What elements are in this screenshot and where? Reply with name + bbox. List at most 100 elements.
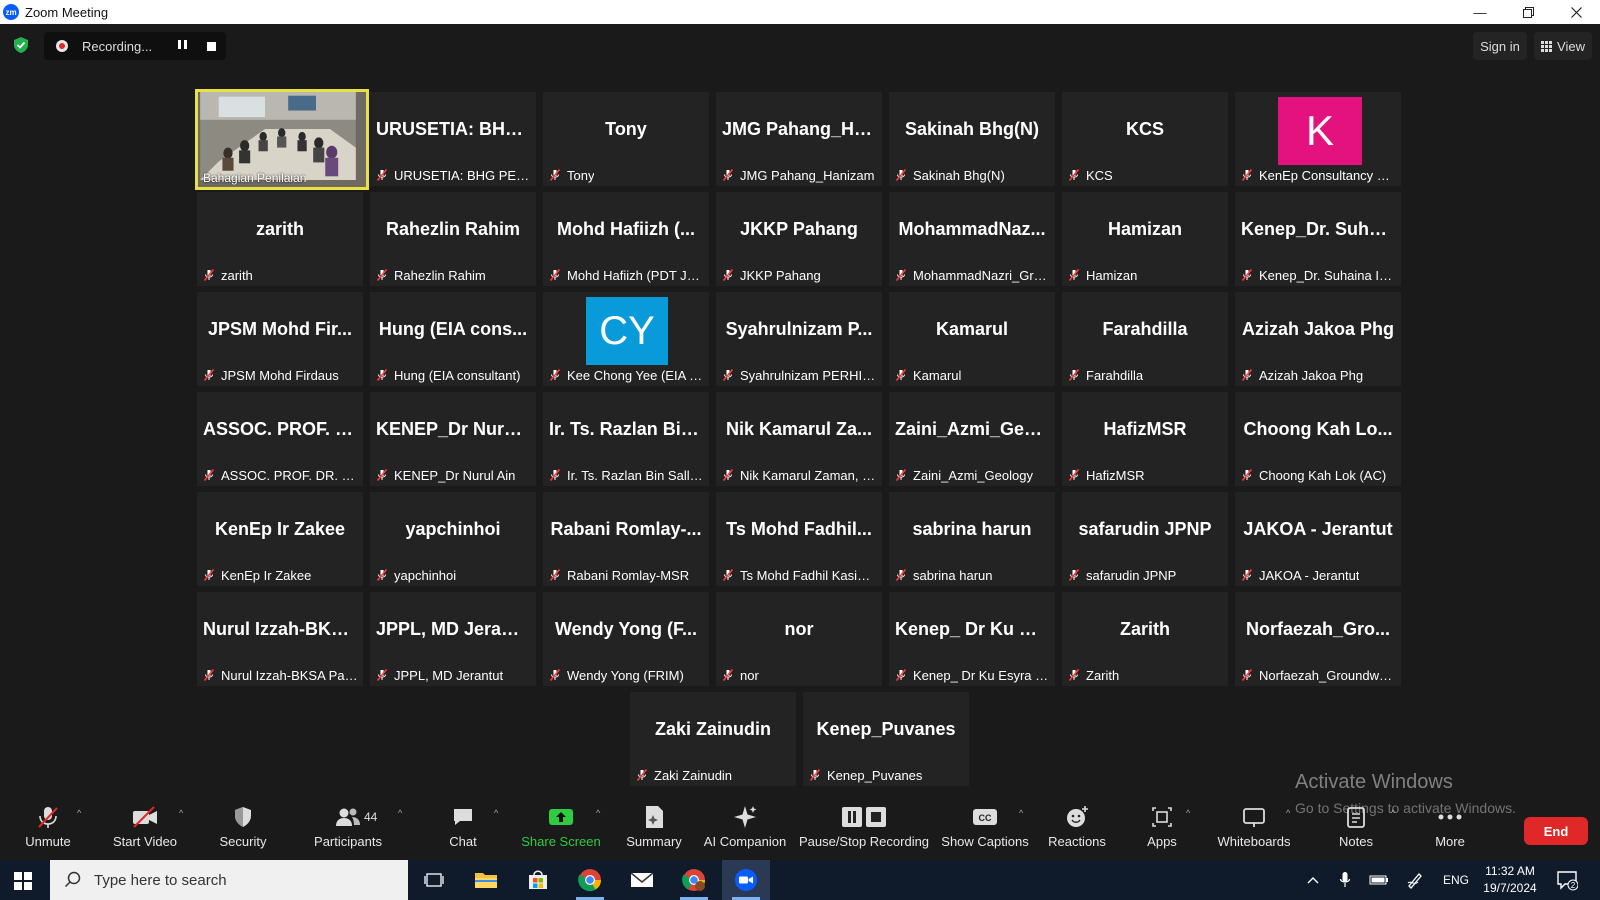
- participant-tile[interactable]: Sakinah Bhg(N) Sakinah Bhg(N): [889, 92, 1055, 186]
- pen-tray-button[interactable]: [1402, 860, 1428, 900]
- end-meeting-button[interactable]: End: [1524, 817, 1588, 845]
- chat-button[interactable]: Chat: [440, 800, 486, 858]
- participant-tile[interactable]: Zaini_Azmi_Geo... Zaini_Azmi_Geology: [889, 392, 1055, 486]
- participant-tile[interactable]: Kenep_Dr. Suhai... Kenep_Dr. Suhaina Ism.…: [1235, 192, 1401, 286]
- participant-tile[interactable]: Nik Kamarul Za... Nik Kamarul Zaman, P...: [716, 392, 882, 486]
- clock-time: 11:32 AM: [1485, 864, 1535, 878]
- participant-tile[interactable]: Kenep_ Dr Ku Es... Kenep_ Dr Ku Esyra Ha.…: [889, 592, 1055, 686]
- participant-tile[interactable]: yapchinhoi yapchinhoi: [370, 492, 536, 586]
- participant-display-name: Farahdilla: [1102, 318, 1188, 339]
- unmute-button[interactable]: Unmute: [18, 800, 78, 858]
- apps-icon: [1152, 807, 1172, 827]
- muted-mic-icon: [1241, 169, 1253, 181]
- pause-stop-recording-button[interactable]: Pause/Stop Recording: [799, 800, 929, 858]
- participant-tile[interactable]: Ts Mohd Fadhil... Ts Mohd Fadhil Kasim (.…: [716, 492, 882, 586]
- participant-display-name: ASSOC. PROF. D...: [203, 418, 357, 439]
- show-captions-button[interactable]: CC Show Captions: [941, 800, 1029, 858]
- share-options-caret-icon[interactable]: ^: [596, 809, 604, 818]
- participant-tile[interactable]: ASSOC. PROF. D... ASSOC. PROF. DR. HA...: [197, 392, 363, 486]
- participant-tile[interactable]: Zaki Zainudin Zaki Zainudin: [630, 692, 796, 786]
- notes-button[interactable]: Notes: [1334, 800, 1378, 858]
- participant-tile[interactable]: JMG Pahang_Ha... JMG Pahang_Hanizam: [716, 92, 882, 186]
- battery-tray-button[interactable]: [1366, 860, 1392, 900]
- participant-tile[interactable]: Mohd Hafiizh (... Mohd Hafiizh (PDT Jer..…: [543, 192, 709, 286]
- participant-tile[interactable]: Rahezlin Rahim Rahezlin Rahim: [370, 192, 536, 286]
- notes-options-caret-icon[interactable]: ^: [1391, 809, 1399, 818]
- taskbar-clock[interactable]: 11:32 AM 19/7/2024: [1478, 863, 1542, 897]
- participant-tile[interactable]: K KenEp Consultancy & ...: [1235, 92, 1401, 186]
- participant-display-name: Hamizan: [1107, 218, 1183, 239]
- participant-tile[interactable]: JPPL, MD Jerant... JPPL, MD Jerantut: [370, 592, 536, 686]
- participant-tile[interactable]: Syahrulnizam P... Syahrulnizam PERHILI...: [716, 292, 882, 386]
- participant-tile[interactable]: sabrina harun sabrina harun: [889, 492, 1055, 586]
- participant-tile[interactable]: Rabani Romlay-... Rabani Romlay-MSR: [543, 492, 709, 586]
- participant-name-label: Zaini_Azmi_Geology: [895, 467, 1033, 483]
- participant-tile[interactable]: Zarith Zarith: [1062, 592, 1228, 686]
- zoom-taskbar-button[interactable]: [722, 860, 770, 900]
- participant-tile[interactable]: Kenep_Puvanes Kenep_Puvanes: [803, 692, 969, 786]
- chrome-profile-button[interactable]: [670, 860, 718, 900]
- participant-tile[interactable]: Azizah Jakoa Phg Azizah Jakoa Phg: [1235, 292, 1401, 386]
- participant-tile[interactable]: Tony Tony: [543, 92, 709, 186]
- show-hidden-icons-button[interactable]: [1302, 860, 1324, 900]
- captions-options-caret-icon[interactable]: ^: [1019, 809, 1027, 818]
- chat-options-caret-icon[interactable]: ^: [494, 809, 502, 818]
- participant-tile[interactable]: Kamarul Kamarul: [889, 292, 1055, 386]
- apps-button[interactable]: Apps: [1140, 800, 1184, 858]
- notification-center-button[interactable]: 2: [1556, 869, 1579, 891]
- participant-tile[interactable]: JPSM Mohd Fir... JPSM Mohd Firdaus: [197, 292, 363, 386]
- participant-display-name: Ir. Ts. Razlan Bin...: [549, 418, 703, 439]
- participant-tile[interactable]: nor nor: [716, 592, 882, 686]
- participant-tile[interactable]: JKKP Pahang JKKP Pahang: [716, 192, 882, 286]
- participant-tile[interactable]: Ir. Ts. Razlan Bin... Ir. Ts. Razlan Bin …: [543, 392, 709, 486]
- participant-name: Azizah Jakoa Phg: [1259, 367, 1364, 383]
- participant-tile[interactable]: Norfaezah_Gro... Norfaezah_Groundwat...: [1235, 592, 1401, 686]
- muted-mic-icon: [549, 369, 561, 381]
- participant-name: Rabani Romlay-MSR: [567, 567, 690, 583]
- security-button[interactable]: Security: [212, 800, 274, 858]
- participant-tile[interactable]: Farahdilla Farahdilla: [1062, 292, 1228, 386]
- participant-tile[interactable]: CY Kee Chong Yee (EIA Co...: [543, 292, 709, 386]
- windows-start-icon[interactable]: [14, 872, 32, 890]
- input-language[interactable]: ENG: [1440, 860, 1472, 900]
- more-button[interactable]: More: [1428, 800, 1472, 858]
- participant-display-name: Choong Kah Lo...: [1243, 418, 1393, 439]
- captions-icon: CC: [973, 809, 997, 825]
- show-captions-label: Show Captions: [941, 834, 1029, 849]
- participant-tile[interactable]: Wendy Yong (F... Wendy Yong (FRIM): [543, 592, 709, 686]
- reactions-button[interactable]: Reactions: [1046, 800, 1108, 858]
- participant-tile[interactable]: Nurul Izzah-BKS... Nurul Izzah-BKSA Paha.…: [197, 592, 363, 686]
- participant-tile[interactable]: KCS KCS: [1062, 92, 1228, 186]
- participant-tile[interactable]: URUSETIA: BHG... URUSETIA: BHG PENIL...: [370, 92, 536, 186]
- share-screen-button[interactable]: Share Screen: [521, 800, 601, 858]
- apps-options-caret-icon[interactable]: ^: [1186, 809, 1194, 818]
- participants-options-caret-icon[interactable]: ^: [398, 809, 406, 818]
- microphone-tray-button[interactable]: [1334, 860, 1356, 900]
- participant-tile[interactable]: Bahagian Penilaian: [195, 89, 369, 190]
- participant-tile[interactable]: Choong Kah Lo... Choong Kah Lok (AC): [1235, 392, 1401, 486]
- taskbar-search-box[interactable]: Type here to search: [50, 860, 408, 900]
- file-explorer-button[interactable]: [462, 860, 510, 900]
- task-view-button[interactable]: [410, 860, 458, 900]
- participant-tile[interactable]: JAKOA - Jerantut JAKOA - Jerantut: [1235, 492, 1401, 586]
- mail-button[interactable]: [618, 860, 666, 900]
- start-video-button[interactable]: Start Video: [110, 800, 180, 858]
- participant-tile[interactable]: KenEp Ir Zakee KenEp Ir Zakee: [197, 492, 363, 586]
- participant-tile[interactable]: KENEP_Dr Nurul... KENEP_Dr Nurul Ain: [370, 392, 536, 486]
- participants-button[interactable]: Participants: [308, 800, 388, 858]
- whiteboards-options-caret-icon[interactable]: ^: [1286, 809, 1294, 818]
- participant-tile[interactable]: Hung (EIA cons... Hung (EIA consultant): [370, 292, 536, 386]
- participant-tile[interactable]: HafizMSR HafizMSR: [1062, 392, 1228, 486]
- summary-button[interactable]: Summary: [624, 800, 684, 858]
- video-options-caret-icon[interactable]: ^: [179, 809, 187, 818]
- ai-companion-button[interactable]: AI Companion: [703, 800, 787, 858]
- participant-tile[interactable]: Hamizan Hamizan: [1062, 192, 1228, 286]
- participant-tile[interactable]: safarudin JPNP safarudin JPNP: [1062, 492, 1228, 586]
- participant-name-label: Kamarul: [895, 367, 961, 383]
- chrome-button[interactable]: [566, 860, 614, 900]
- participant-tile[interactable]: MohammadNaz... MohammadNazri_Gro...: [889, 192, 1055, 286]
- audio-options-caret-icon[interactable]: ^: [77, 809, 85, 818]
- participant-tile[interactable]: zarith zarith: [197, 192, 363, 286]
- whiteboards-button[interactable]: Whiteboards: [1214, 800, 1294, 858]
- microsoft-store-button[interactable]: [514, 860, 562, 900]
